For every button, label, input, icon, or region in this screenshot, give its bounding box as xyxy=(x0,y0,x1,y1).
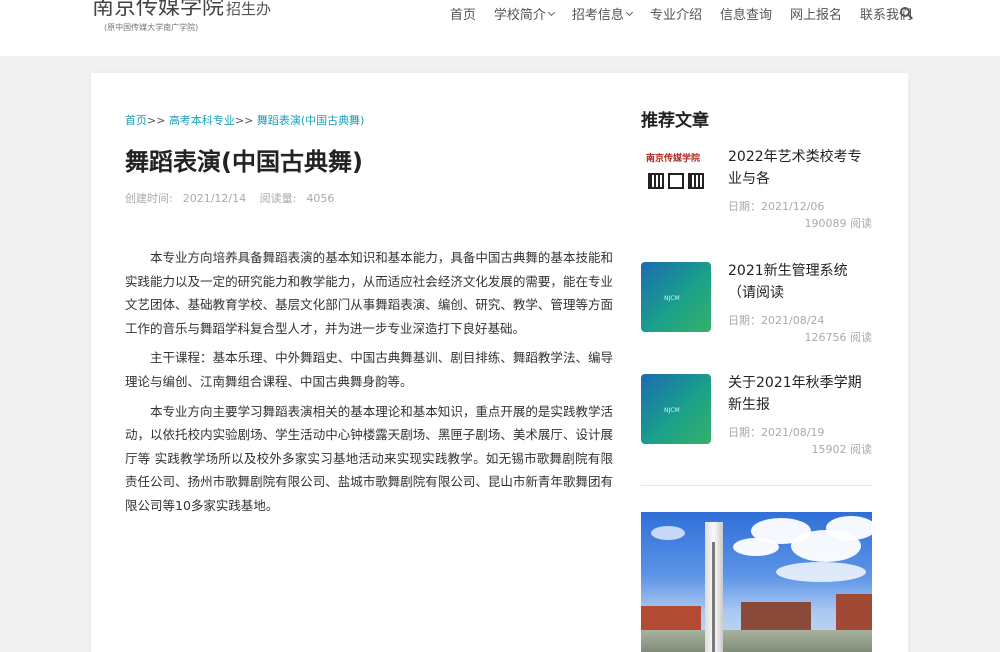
article-reads: 126756 阅读 xyxy=(804,331,873,344)
article-link[interactable]: 2022年艺术类校考专业与各 xyxy=(728,146,873,190)
article-reads: 15902 阅读 xyxy=(811,443,873,456)
logo-text: 南京传媒学院 xyxy=(92,0,225,20)
article-paragraph: 本专业方向主要学习舞蹈表演相关的基本理论和基本知识，重点开展的是实践教学活动，以… xyxy=(125,403,613,513)
article-link[interactable]: 关于2021年秋季学期新生报 xyxy=(728,372,873,416)
sidebar-title: 推荐文章 xyxy=(641,111,709,131)
nav-majors[interactable]: 专业介绍 xyxy=(650,4,702,23)
thumbnail-logo-text: 南京传媒学院 xyxy=(646,154,701,164)
recommended-article[interactable]: NJCM 2021新生管理系统（请阅读 日期：2021/08/24 126756… xyxy=(641,260,873,344)
article-paragraph: 本专业方向培养具备舞蹈表演的基本知识和基本能力，具备中国古典舞的基本技能和实践能… xyxy=(125,250,613,336)
article-thumbnail[interactable]: NJCM xyxy=(641,262,711,332)
nav-register[interactable]: 网上报名 xyxy=(790,4,842,23)
article-date: 日期：2021/08/19 xyxy=(728,426,825,439)
article-meta: 创建时间: 2021/12/14 阅读量: 4056 xyxy=(125,190,344,206)
breadcrumb-current[interactable]: 舞蹈表演(中国古典舞) xyxy=(257,114,365,127)
article-paragraph: 主干课程：基本乐理、中外舞蹈史、中国古典舞基训、剧目排练、舞蹈教学法、编导理论与… xyxy=(125,350,613,389)
article-body: 本专业方向培养具备舞蹈表演的基本知识和基本能力，具备中国古典舞的基本技能和实践能… xyxy=(125,246,613,524)
qr-code-icon xyxy=(688,173,704,189)
nav-label: 网上报名 xyxy=(789,8,842,23)
nav-query[interactable]: 信息查询 xyxy=(720,4,772,23)
nav-label: 首页 xyxy=(449,8,476,23)
article-date: 日期：2021/08/24 xyxy=(728,314,825,327)
breadcrumb-separator: >> xyxy=(147,114,166,127)
created-label: 创建时间: xyxy=(125,192,173,205)
nav-about[interactable]: 学校简介 xyxy=(493,4,555,23)
site-logo[interactable]: 南京传媒学院 招生办 (原中国传媒大学南广学院) xyxy=(92,0,272,32)
breadcrumb-home[interactable]: 首页 xyxy=(125,114,147,127)
breadcrumb-category[interactable]: 高考本科专业 xyxy=(169,114,235,127)
article-link[interactable]: 2021新生管理系统（请阅读 xyxy=(728,260,873,304)
views-label: 阅读量: xyxy=(259,192,297,205)
breadcrumb: 首页>> 高考本科专业>> 舞蹈表演(中国古典舞) xyxy=(125,112,364,128)
created-date: 2021/12/14 xyxy=(182,192,247,205)
views-count: 4056 xyxy=(306,192,335,205)
thumbnail-text: NJCM xyxy=(664,407,680,414)
nav-label: 专业介绍 xyxy=(649,8,702,23)
breadcrumb-separator: >> xyxy=(234,114,254,127)
article-date: 日期：2021/12/06 xyxy=(728,200,825,213)
nav-admissions[interactable]: 招考信息 xyxy=(571,4,633,23)
logo-subtitle: (原中国传媒大学南广学院) xyxy=(104,23,199,32)
chevron-down-icon xyxy=(625,8,633,16)
campus-photo[interactable] xyxy=(641,512,872,652)
recommended-article[interactable]: NJCM 关于2021年秋季学期新生报 日期：2021/08/19 15902 … xyxy=(641,372,873,456)
logo-suffix: 招生办 xyxy=(226,0,272,18)
article-thumbnail[interactable]: NJCM xyxy=(641,374,711,444)
recommended-article[interactable]: 南京传媒学院 2022年艺术类校考专业与各 日期：2021/12/06 1900… xyxy=(641,146,873,230)
nav-label: 学校简介 xyxy=(493,8,546,23)
article-reads: 190089 阅读 xyxy=(804,217,873,230)
main-nav: 首页 学校简介 招考信息 专业介绍 信息查询 网上报名 联系我们 xyxy=(432,4,912,23)
chevron-down-icon xyxy=(547,8,555,16)
portrait-icon xyxy=(668,173,684,189)
qr-code-icon xyxy=(648,173,664,189)
page-title: 舞蹈表演(中国古典舞) xyxy=(125,148,363,176)
nav-label: 招考信息 xyxy=(571,8,624,23)
search-icon[interactable] xyxy=(900,7,913,20)
thumbnail-text: NJCM xyxy=(664,295,680,302)
nav-label: 信息查询 xyxy=(719,8,772,23)
article-thumbnail[interactable]: 南京传媒学院 xyxy=(641,148,711,218)
nav-home[interactable]: 首页 xyxy=(450,4,476,23)
site-header: 南京传媒学院 招生办 (原中国传媒大学南广学院) 首页 学校简介 招考信息 专业介… xyxy=(0,0,1000,56)
sidebar-divider xyxy=(641,485,872,486)
